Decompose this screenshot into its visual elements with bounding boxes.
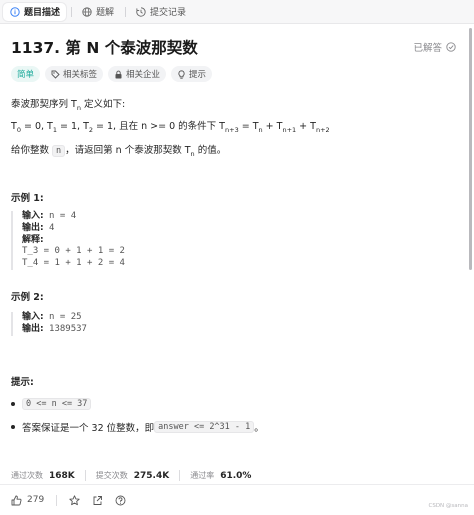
related-tags-button[interactable]: 相关标签 (45, 66, 104, 82)
constraint-1: 0 <= n <= 37 (11, 398, 92, 410)
hint-label: 提示 (189, 70, 207, 80)
tab-solutions-label: 题解 (96, 8, 115, 18)
description-task: 给你整数 n ，请返回第 n 个泰波那契数 Tn 的值。 (11, 145, 227, 158)
rate-label: 通过率 (190, 471, 215, 480)
globe-icon (81, 6, 92, 17)
tab-divider (125, 6, 127, 17)
tab-divider (71, 6, 73, 17)
tab-description-label: 题目描述 (24, 8, 61, 18)
hint-button[interactable]: 提示 (171, 66, 213, 82)
feedback-button[interactable] (115, 495, 126, 506)
example-1-block: 输入: n = 4 输出: 4 解释: T_3 = 0 + 1 + 1 = 2 … (11, 211, 125, 270)
problem-title: 1137. 第 N 个泰波那契数 (11, 39, 198, 57)
constraint-2-code: answer <= 2^31 - 1 (154, 421, 255, 433)
share-button[interactable] (92, 495, 103, 506)
favorite-button[interactable] (69, 494, 80, 506)
lock-icon (114, 70, 123, 79)
check-circle-icon (446, 42, 456, 52)
example-2-block: 输入: n = 25 输出: 1389537 (11, 312, 87, 336)
tab-bar: 题目描述 题解 提交记录 (0, 0, 474, 24)
passed-value: 168K (49, 470, 75, 481)
star-icon (69, 494, 80, 506)
like-count: 279 (27, 495, 45, 505)
constraint-1-code: 0 <= n <= 37 (22, 398, 92, 410)
lightbulb-icon (177, 69, 186, 79)
inline-code-n: n (52, 145, 66, 157)
tab-submissions-label: 提交记录 (150, 8, 187, 18)
constraints-heading: 提示: (11, 377, 34, 388)
tab-submissions[interactable]: 提交记录 (129, 3, 192, 21)
passed-label: 通过次数 (11, 471, 43, 480)
related-companies-label: 相关企业 (126, 70, 161, 80)
description-definition: T0 = 0, T1 = 1, T2 = 1, 且在 n >= 0 的条件下 T… (11, 121, 330, 134)
rate-value: 61.0% (220, 470, 252, 481)
question-icon (115, 495, 126, 506)
share-icon (92, 495, 103, 506)
stats-row: 通过次数 168K 提交次数 275.4K 通过率 61.0% (11, 470, 261, 481)
thumbs-up-icon (11, 495, 22, 506)
example-1-heading: 示例 1: (11, 193, 44, 204)
description-line-1: 泰波那契序列 Tn 定义如下: (11, 99, 126, 112)
watermark: CSDN @sanna (428, 503, 468, 509)
solved-status: 已解答 (413, 40, 456, 54)
tab-description[interactable]: 题目描述 (3, 2, 67, 21)
bottom-action-bar: 279 (0, 484, 474, 515)
tab-solutions[interactable]: 题解 (75, 3, 120, 21)
tag-row: 简单 相关标签 相关企业 提示 (11, 66, 217, 82)
constraint-2: 答案保证是一个 32 位整数，即 answer <= 2^31 - 1。 (11, 420, 264, 434)
tag-icon (51, 70, 60, 79)
difficulty-badge: 简单 (11, 66, 41, 82)
like-button[interactable]: 279 (11, 495, 44, 506)
scrollbar-thumb[interactable] (469, 28, 472, 270)
bullet (11, 402, 15, 406)
solved-label: 已解答 (413, 43, 442, 54)
bullet (11, 425, 15, 429)
example-2-heading: 示例 2: (11, 292, 44, 303)
submitted-label: 提交次数 (95, 471, 128, 480)
history-icon (135, 6, 146, 17)
related-companies-button[interactable]: 相关企业 (108, 66, 167, 82)
submitted-value: 275.4K (133, 470, 170, 481)
info-icon (9, 6, 20, 17)
related-tags-label: 相关标签 (63, 70, 98, 80)
